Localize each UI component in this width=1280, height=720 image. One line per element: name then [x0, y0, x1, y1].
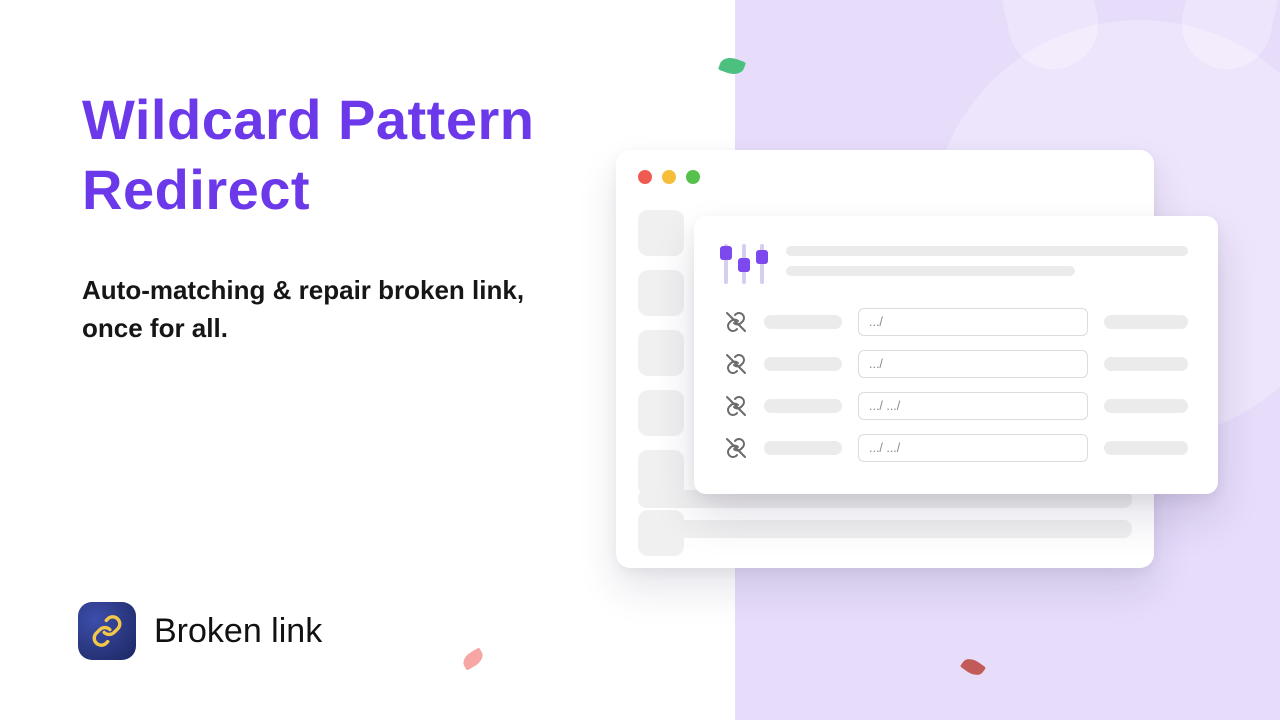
- close-icon: [638, 170, 652, 184]
- redirect-row: [724, 392, 1188, 420]
- redirect-row: [724, 350, 1188, 378]
- row-label-placeholder: [764, 441, 842, 455]
- redirect-row: [724, 434, 1188, 462]
- unlink-icon: [724, 310, 748, 334]
- row-label-placeholder: [764, 399, 842, 413]
- pattern-input[interactable]: [858, 308, 1088, 336]
- redirect-panel: [694, 216, 1218, 494]
- brand-block: Broken link: [78, 602, 322, 660]
- row-action-placeholder: [1104, 399, 1188, 413]
- pattern-input[interactable]: [858, 350, 1088, 378]
- unlink-icon: [724, 394, 748, 418]
- unlink-icon: [724, 436, 748, 460]
- window-traffic-lights: [638, 170, 1132, 184]
- redirect-row: [724, 308, 1188, 336]
- sliders-icon: [724, 242, 764, 284]
- redirect-rows: [724, 308, 1188, 462]
- panel-header-placeholder: [786, 242, 1188, 286]
- leaf-decoration-pink: [460, 647, 486, 670]
- brand-icon: [78, 602, 136, 660]
- row-action-placeholder: [1104, 357, 1188, 371]
- pattern-input[interactable]: [858, 434, 1088, 462]
- page-title: Wildcard Pattern Redirect: [82, 85, 602, 225]
- minimize-icon: [662, 170, 676, 184]
- maximize-icon: [686, 170, 700, 184]
- brand-name: Broken link: [154, 612, 322, 651]
- page-subtitle: Auto-matching & repair broken link, once…: [82, 272, 562, 347]
- back-footer-placeholder: [638, 490, 1132, 550]
- panel-header: [724, 242, 1188, 286]
- row-action-placeholder: [1104, 315, 1188, 329]
- pattern-input[interactable]: [858, 392, 1088, 420]
- row-label-placeholder: [764, 357, 842, 371]
- row-action-placeholder: [1104, 441, 1188, 455]
- row-label-placeholder: [764, 315, 842, 329]
- link-icon: [90, 614, 124, 648]
- unlink-icon: [724, 352, 748, 376]
